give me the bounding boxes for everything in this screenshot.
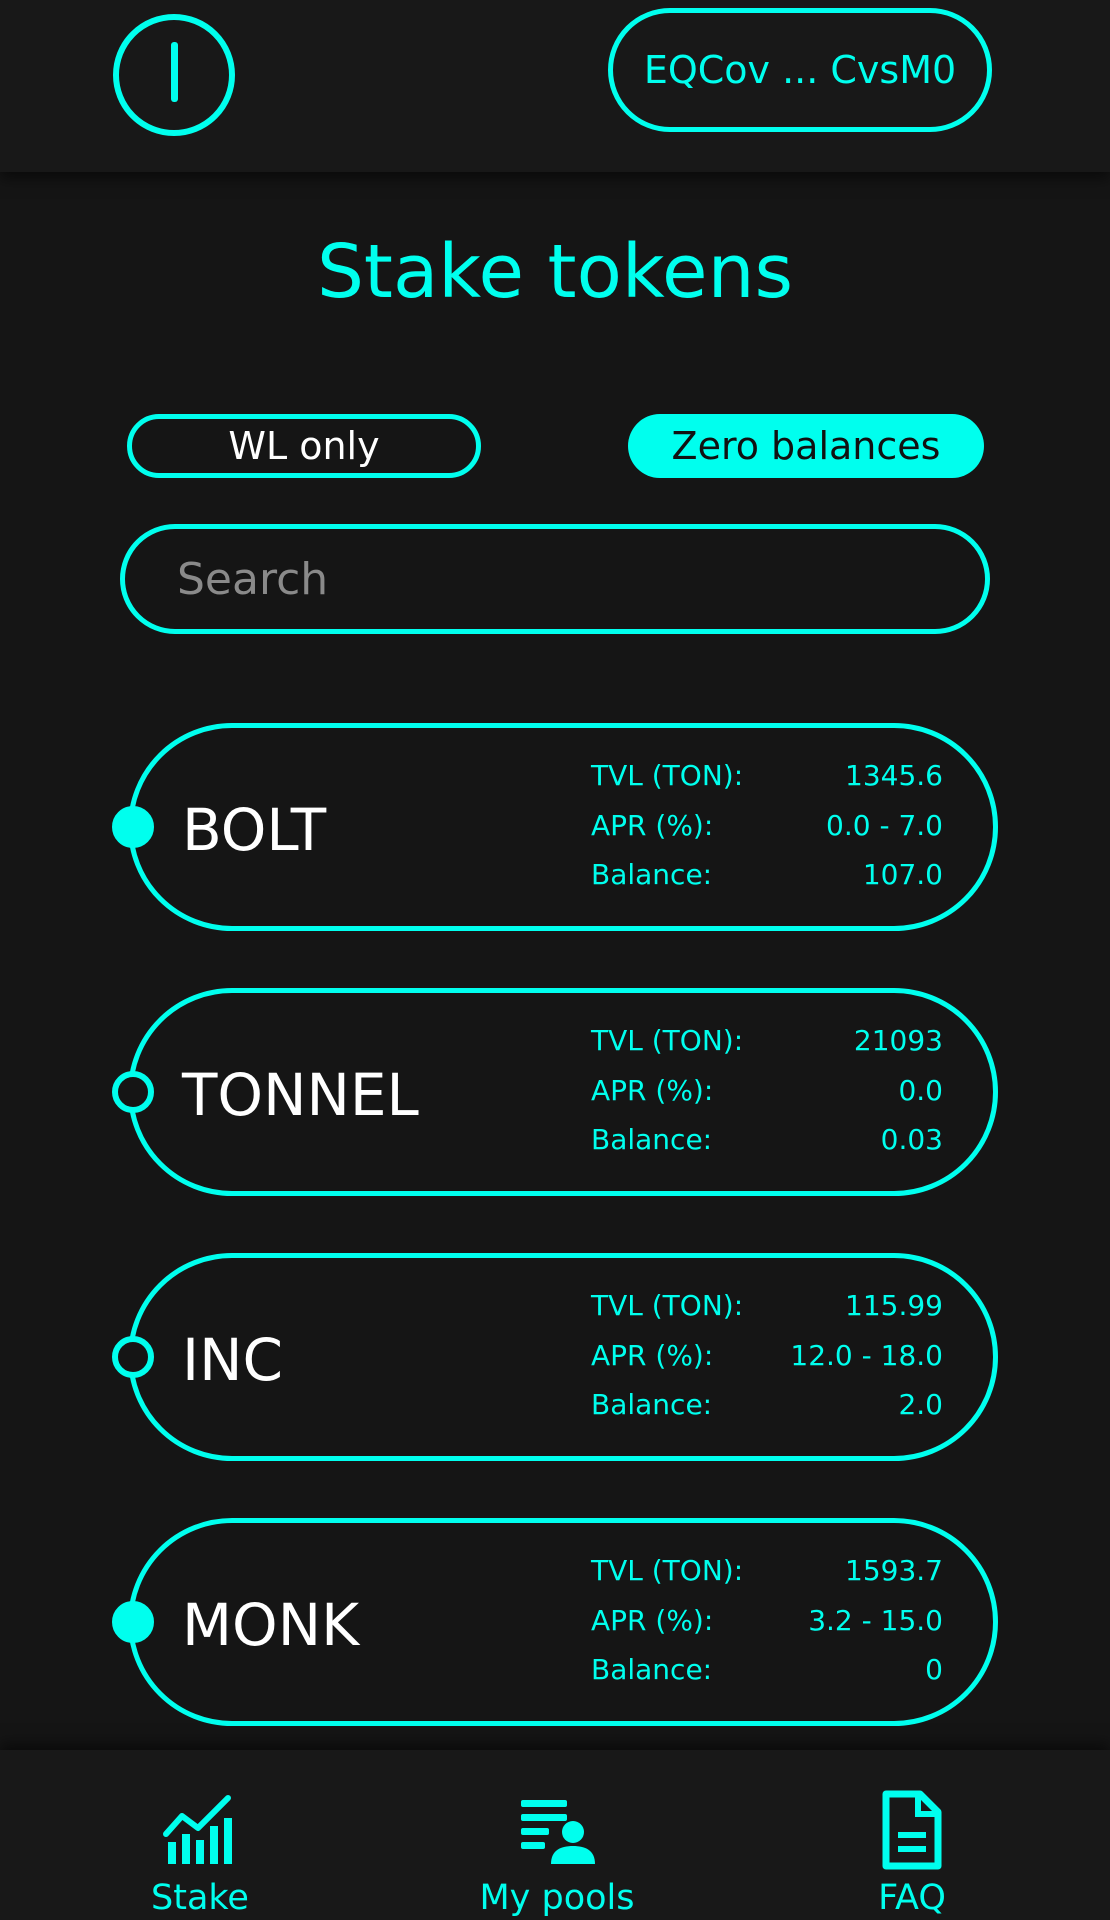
apr-label: APR (%):: [591, 1073, 714, 1107]
nav-label-stake: Stake: [151, 1878, 249, 1918]
nav-item-my-pools[interactable]: My pools: [437, 1750, 677, 1920]
balance-label: Balance:: [591, 1653, 713, 1686]
selection-indicator: [112, 1336, 154, 1378]
token-name: TONNEL: [182, 1061, 419, 1129]
token-name: MONK: [182, 1591, 360, 1659]
token-stats: TVL (TON): 21093 APR (%): 0.0 Balance: 0.03: [591, 1021, 943, 1170]
token-card-monk[interactable]: MONK TVL (TON): 1593.7 APR (%): 3.2 - 15.0…: [112, 1518, 998, 1726]
tvl-value: 115.99: [845, 1289, 943, 1322]
token-card-tonnel[interactable]: TONNEL TVL (TON): 21093 APR (%): 0.0 Balan…: [112, 988, 998, 1196]
tvl-value: 1593.7: [845, 1554, 943, 1587]
apr-value: 0.0 - 7.0: [826, 808, 943, 842]
tvl-value: 1345.6: [845, 759, 943, 792]
apr-label: APR (%):: [591, 808, 714, 842]
balance-value: 0.03: [880, 1123, 943, 1156]
bottom-nav: Stake My pools FAQ: [0, 1750, 1110, 1920]
tvl-label: TVL (TON):: [591, 759, 744, 792]
user-list-icon: [521, 1800, 595, 1864]
balance-label: Balance:: [591, 858, 713, 891]
apr-label: APR (%):: [591, 1338, 714, 1372]
token-card-inc[interactable]: INC TVL (TON): 115.99 APR (%): 12.0 - 18.0…: [112, 1253, 998, 1461]
search-input[interactable]: Search: [120, 524, 990, 634]
apr-value: 0.0: [898, 1073, 943, 1107]
apr-value: 12.0 - 18.0: [790, 1338, 943, 1372]
apr-value: 3.2 - 15.0: [808, 1603, 943, 1637]
token-stats: TVL (TON): 115.99 APR (%): 12.0 - 18.0 Bal…: [591, 1286, 943, 1435]
balance-label: Balance:: [591, 1388, 713, 1421]
balance-value: 107.0: [862, 858, 943, 891]
nav-item-stake[interactable]: Stake: [80, 1750, 320, 1920]
nav-label-my-pools: My pools: [479, 1878, 635, 1918]
apr-label: APR (%):: [591, 1603, 714, 1637]
document-icon: [882, 1790, 942, 1870]
wl-only-toggle[interactable]: WL only: [127, 414, 481, 478]
token-name: BOLT: [182, 796, 327, 864]
selection-indicator: [112, 1601, 154, 1643]
top-bar: EQCov ... CvsM0: [0, 0, 1110, 172]
tvl-label: TVL (TON):: [591, 1289, 744, 1322]
selection-indicator: [112, 1071, 154, 1113]
selection-indicator: [112, 806, 154, 848]
token-stats: TVL (TON): 1593.7 APR (%): 3.2 - 15.0 Bala…: [591, 1551, 943, 1700]
zero-balances-toggle[interactable]: Zero balances: [628, 414, 984, 478]
search-placeholder: Search: [177, 553, 329, 605]
balance-value: 0: [925, 1653, 943, 1686]
token-stats: TVL (TON): 1345.6 APR (%): 0.0 - 7.0 Balan…: [591, 756, 943, 905]
page-title: Stake tokens: [316, 229, 794, 315]
balance-value: 2.0: [898, 1388, 943, 1421]
tvl-label: TVL (TON):: [591, 1554, 744, 1587]
token-name: INC: [182, 1326, 283, 1394]
nav-label-faq: FAQ: [878, 1878, 946, 1918]
wallet-address-button[interactable]: EQCov ... CvsM0: [608, 8, 992, 132]
tvl-label: TVL (TON):: [591, 1024, 744, 1057]
tvl-value: 21093: [853, 1024, 943, 1057]
power-icon: [170, 42, 178, 102]
nav-item-faq[interactable]: FAQ: [792, 1750, 1032, 1920]
power-button[interactable]: [113, 14, 235, 136]
chart-icon: [163, 1795, 232, 1864]
token-card-bolt[interactable]: BOLT TVL (TON): 1345.6 APR (%): 0.0 - 7.0 …: [112, 723, 998, 931]
balance-label: Balance:: [591, 1123, 713, 1156]
